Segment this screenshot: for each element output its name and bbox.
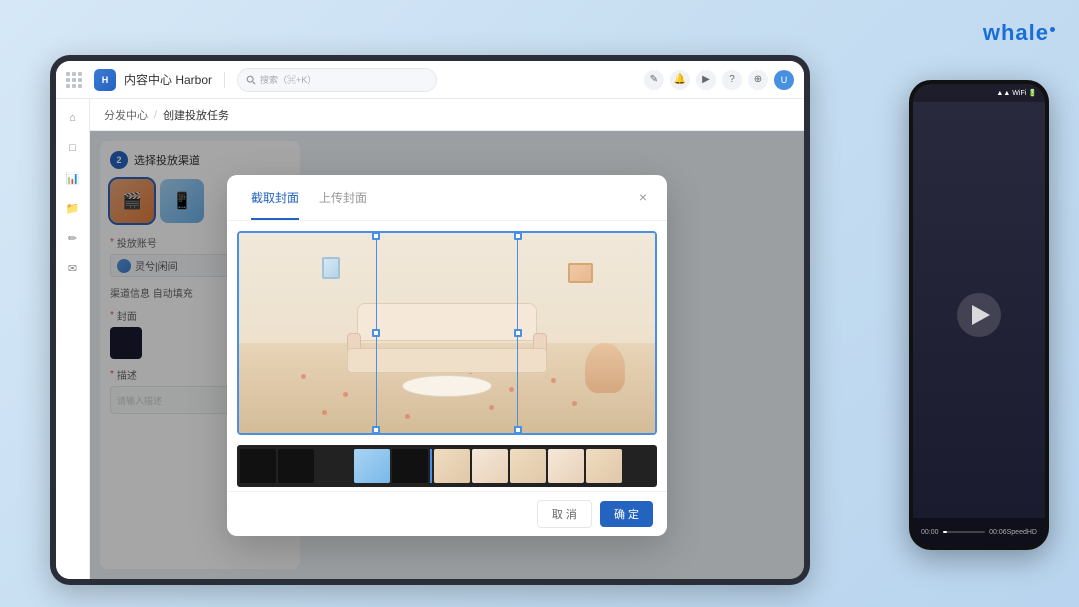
video-progress-fill xyxy=(943,531,947,533)
film-thumb-1[interactable] xyxy=(240,449,276,483)
phone-time-total: 00:06 xyxy=(989,529,1007,536)
crop-handle-top-left[interactable] xyxy=(372,233,380,240)
bell-icon[interactable]: 🔔 xyxy=(670,70,690,90)
phone-frame: ▲▲ WiFi 🔋 00:00 00:06 Speed HD xyxy=(909,80,1049,550)
film-thumb-8[interactable] xyxy=(510,449,546,483)
top-bar: H 内容中心 Harbor 搜索（⌘+K） ✎ 🔔 ▶ ? ⊕ U xyxy=(56,61,804,99)
phone-screen: ▲▲ WiFi 🔋 00:00 00:06 Speed HD xyxy=(913,84,1045,546)
help-icon[interactable]: ? xyxy=(722,70,742,90)
modal-footer: 取 消 确 定 xyxy=(227,491,667,536)
phone-inner: ▲▲ WiFi 🔋 00:00 00:06 Speed HD xyxy=(913,84,1045,546)
wall-art-2 xyxy=(322,257,340,279)
lang-icon[interactable]: ⊕ xyxy=(748,70,768,90)
search-bar[interactable]: 搜索（⌘+K） xyxy=(237,68,437,92)
crop-handle-bottom-right[interactable] xyxy=(514,426,522,433)
sidebar-icon-mail[interactable]: ✉ xyxy=(62,257,84,279)
play-icon[interactable]: ▶ xyxy=(696,70,716,90)
resolution-badge: HD xyxy=(1027,529,1037,536)
content-area: 分发中心 / 创建投放任务 2 选择投放渠道 🎬 xyxy=(90,99,804,579)
modal-tab-capture[interactable]: 截取封面 xyxy=(241,185,309,210)
film-thumb-4[interactable] xyxy=(354,449,390,483)
crop-handle-mid-right[interactable] xyxy=(514,329,522,337)
whale-logo: whale xyxy=(983,20,1055,46)
browser-content: H 内容中心 Harbor 搜索（⌘+K） ✎ 🔔 ▶ ? ⊕ U xyxy=(56,61,804,579)
phone-battery: 🔋 xyxy=(1028,89,1037,97)
breadcrumb-current: 创建投放任务 xyxy=(163,107,229,123)
modal-header: 截取封面 上传封面 × xyxy=(227,175,667,221)
modal-close-button[interactable]: × xyxy=(633,187,653,207)
film-playhead-divider xyxy=(430,449,432,483)
film-thumb-10[interactable] xyxy=(586,449,622,483)
confirm-button[interactable]: 确 定 xyxy=(600,501,653,527)
sidebar-icon-page[interactable]: □ xyxy=(62,137,84,159)
play-triangle-icon xyxy=(972,305,990,325)
image-crop-container[interactable] xyxy=(237,231,657,435)
film-thumb-9[interactable] xyxy=(548,449,584,483)
breadcrumb: 分发中心 / 创建投放任务 xyxy=(90,99,804,131)
video-progress-bar[interactable] xyxy=(943,531,986,533)
phone-status-bar: ▲▲ WiFi 🔋 xyxy=(913,84,1045,102)
whale-logo-text: whale xyxy=(983,20,1049,45)
sidebar-icon-chart[interactable]: 📊 xyxy=(62,167,84,189)
film-thumb-3[interactable] xyxy=(316,449,352,483)
coffee-table xyxy=(402,375,492,397)
phone-time-current: 00:00 xyxy=(921,529,939,536)
film-thumb-7[interactable] xyxy=(472,449,508,483)
phone-signal: ▲▲ xyxy=(996,90,1010,97)
top-bar-icons: ✎ 🔔 ▶ ? ⊕ U xyxy=(644,70,794,90)
film-thumb-5[interactable] xyxy=(392,449,428,483)
film-thumb-6[interactable] xyxy=(434,449,470,483)
breadcrumb-separator: / xyxy=(154,109,157,121)
main-layout: ⌂ □ 📊 📁 ✏ ✉ 分发中心 / 创建投放任务 xyxy=(56,99,804,579)
room-scene xyxy=(239,233,655,433)
play-button[interactable] xyxy=(957,293,1001,337)
search-placeholder: 搜索（⌘+K） xyxy=(260,73,316,86)
edit-icon[interactable]: ✎ xyxy=(644,70,664,90)
app-logo-icon: H xyxy=(94,69,116,91)
sidebar-icon-pen[interactable]: ✏ xyxy=(62,227,84,249)
sidebar-icons: ⌂ □ 📊 📁 ✏ ✉ xyxy=(56,99,90,579)
tablet-frame: H 内容中心 Harbor 搜索（⌘+K） ✎ 🔔 ▶ ? ⊕ U xyxy=(50,55,810,585)
modal-dialog: 截取封面 上传封面 × xyxy=(227,175,667,536)
modal-overlay: 截取封面 上传封面 × xyxy=(90,131,804,579)
search-icon xyxy=(246,75,256,85)
crop-handle-mid-left[interactable] xyxy=(372,329,380,337)
sidebar-icon-home[interactable]: ⌂ xyxy=(62,107,84,129)
film-thumb-2[interactable] xyxy=(278,449,314,483)
image-preview xyxy=(239,233,655,433)
phone-bottom-bar: 00:00 00:06 Speed HD xyxy=(913,518,1045,546)
cancel-button[interactable]: 取 消 xyxy=(537,500,592,528)
app-title: 内容中心 Harbor xyxy=(124,71,212,88)
wall-art xyxy=(568,263,593,283)
divider xyxy=(224,72,225,88)
deco-item xyxy=(585,343,625,393)
crop-handle-bottom-left[interactable] xyxy=(372,426,380,433)
crop-handle-top-right[interactable] xyxy=(514,233,522,240)
grid-icon xyxy=(66,72,82,88)
sofa-back xyxy=(357,303,537,341)
page-content: 2 选择投放渠道 🎬 📱 xyxy=(90,131,804,579)
breadcrumb-parent: 分发中心 xyxy=(104,107,148,123)
avatar-icon[interactable]: U xyxy=(774,70,794,90)
filmstrip[interactable] xyxy=(237,445,657,487)
whale-dot-icon xyxy=(1050,27,1055,32)
speed-label: Speed xyxy=(1007,529,1027,536)
modal-tab-upload[interactable]: 上传封面 xyxy=(309,185,377,210)
phone-wifi: WiFi xyxy=(1012,90,1026,97)
sidebar-icon-folder[interactable]: 📁 xyxy=(62,197,84,219)
